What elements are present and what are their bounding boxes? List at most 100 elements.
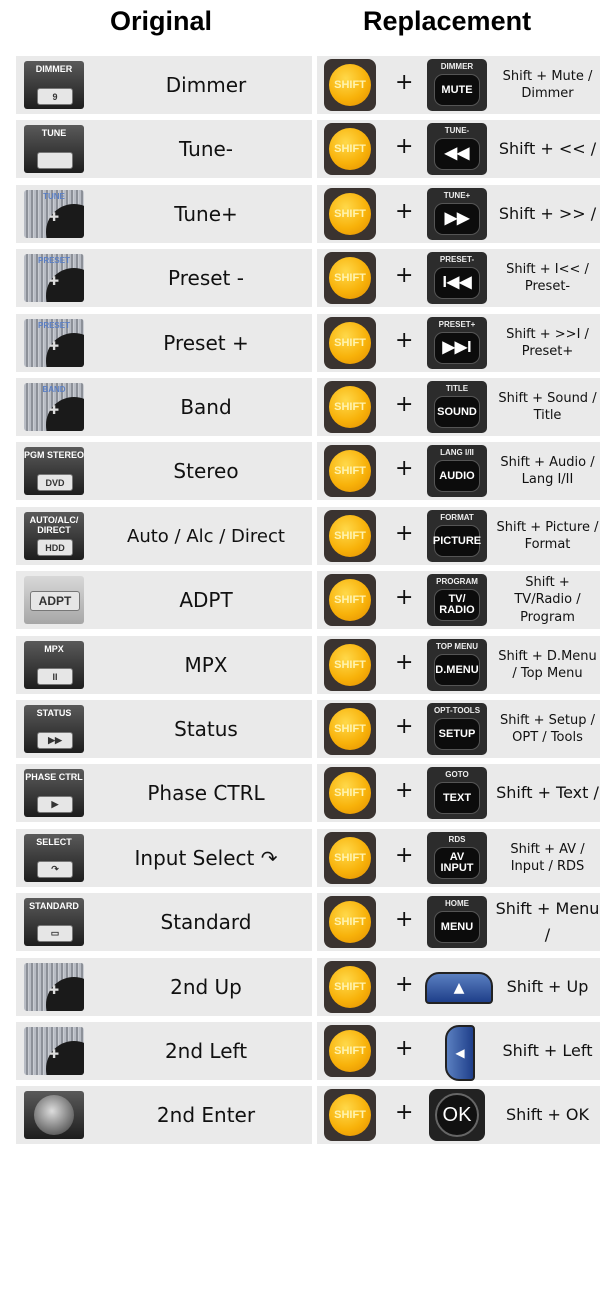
- original-remote-icon: STATUS ▶▶: [24, 705, 84, 753]
- remote-button-key-label: ▶▶: [434, 203, 480, 235]
- replacement-label: Shift + >>I / Preset+: [506, 326, 589, 359]
- shift-label: SHIFT: [334, 465, 366, 477]
- remote-button-key-label: AV INPUT: [434, 847, 480, 879]
- replacement-cell: SHIFT + GOTO TEXT Shift + Text /: [317, 764, 600, 822]
- shift-button-icon: SHIFT: [324, 510, 376, 562]
- remote-button-top-label: TUNE+: [443, 191, 471, 200]
- remote-button-icon: TOP MENU D.MENU: [427, 639, 487, 691]
- replacement-cell: SHIFT + HOME MENU Shift + Menu /: [317, 893, 600, 951]
- shift-label: SHIFT: [334, 981, 366, 993]
- remote-button-key-label: D.MENU: [434, 654, 480, 686]
- replacement-label: Shift + OK: [505, 1104, 590, 1124]
- original-label: Input Select ↷: [134, 846, 278, 870]
- replacement-cell: SHIFT + DIMMER MUTE Shift + Mute / Dimme…: [317, 56, 600, 114]
- shift-button-icon: SHIFT: [324, 896, 376, 948]
- original-cell: STANDARD ▭ Standard: [16, 893, 312, 951]
- remote-button-icon: LANG I/II AUDIO: [427, 445, 487, 497]
- remote-button-top-label: LANG I/II: [440, 448, 474, 457]
- remote-button-icon: PRESET+ ▶▶I: [427, 317, 487, 369]
- plus-sign: +: [395, 714, 414, 739]
- up-arrow-icon: ▲: [425, 972, 493, 1004]
- original-label: 2nd Up: [170, 975, 242, 999]
- shift-button-icon: SHIFT: [324, 188, 376, 240]
- orig-icon-text: PRESET: [37, 321, 70, 330]
- orig-icon-text: AUTO/ALC/ DIRECT: [29, 515, 79, 535]
- original-label: Standard: [160, 910, 252, 934]
- original-remote-icon: ✚: [24, 963, 84, 1011]
- original-remote-icon: ✚ PRESET: [24, 319, 84, 367]
- plus-sign: +: [395, 328, 414, 353]
- remote-button-icon: GOTO TEXT: [427, 767, 487, 819]
- remote-button-icon: PROGRAM TV/ RADIO: [427, 574, 487, 626]
- orig-icon-key: HDD: [37, 539, 73, 556]
- shift-button-icon: SHIFT: [324, 961, 376, 1013]
- remote-button-icon: DIMMER MUTE: [427, 59, 487, 111]
- remote-button-key-label: SETUP: [434, 718, 480, 750]
- up-arrow-glyph: ▲: [453, 980, 465, 996]
- shift-label: SHIFT: [334, 852, 366, 864]
- left-arrow-icon: ◀: [445, 1025, 475, 1081]
- orig-icon-text: BAND: [42, 385, 66, 394]
- replacement-cell: SHIFT + FORMAT PICTURE Shift + Picture /…: [317, 507, 600, 565]
- table-row: 2nd Enter SHIFT + OK Shift + OK: [16, 1086, 600, 1144]
- plus-sign: +: [395, 778, 414, 803]
- original-cell: ✚ 2nd Left: [16, 1022, 312, 1080]
- remote-button-icon: FORMAT PICTURE: [427, 510, 487, 562]
- table-row: MPX II MPX SHIFT + TOP MENU D.MENU Shift…: [16, 636, 600, 694]
- header-original: Original: [110, 6, 213, 36]
- replacement-cell: SHIFT + TOP MENU D.MENU Shift + D.Menu /…: [317, 636, 600, 694]
- remote-button-icon: HOME MENU: [427, 896, 487, 948]
- orig-icon-text: PGM STEREO: [24, 450, 84, 460]
- shift-button-icon: SHIFT: [324, 59, 376, 111]
- remote-button-icon: RDS AV INPUT: [427, 832, 487, 884]
- remote-button-icon: TITLE SOUND: [427, 381, 487, 433]
- table-row: ✚ PRESET Preset - SHIFT + PRESET- I◀◀ Sh…: [16, 249, 600, 307]
- plus-sign: +: [395, 70, 414, 95]
- table-row: STANDARD ▭ Standard SHIFT + HOME MENU Sh…: [16, 893, 600, 951]
- orig-icon-text: PHASE CTRL: [25, 772, 83, 782]
- shift-button-icon: SHIFT: [324, 381, 376, 433]
- remote-button-top-label: FORMAT: [440, 513, 474, 522]
- plus-sign: +: [395, 843, 414, 868]
- orig-icon-key: II: [37, 668, 73, 685]
- orig-icon-text: STATUS: [36, 708, 72, 718]
- shift-label: SHIFT: [334, 916, 366, 928]
- shift-label: SHIFT: [334, 208, 366, 220]
- original-cell: STATUS ▶▶ Status: [16, 700, 312, 758]
- shift-button-icon: SHIFT: [324, 252, 376, 304]
- remote-button-top-label: TOP MENU: [436, 642, 478, 651]
- table-row: SELECT ↷ Input Select ↷ SHIFT + RDS AV I…: [16, 829, 600, 887]
- shift-label: SHIFT: [334, 787, 366, 799]
- replacement-cell: SHIFT + TUNE+ ▶▶ Shift + >> /: [317, 185, 600, 243]
- shift-label: SHIFT: [334, 594, 366, 606]
- replacement-cell: SHIFT + OK Shift + OK: [317, 1086, 600, 1144]
- replacement-label: Shift + D.Menu / Top Menu: [498, 648, 597, 681]
- remote-button-top-label: GOTO: [445, 770, 469, 779]
- plus-sign: +: [395, 650, 414, 675]
- plus-sign: +: [395, 392, 414, 417]
- replacement-label: Shift + Picture / Format: [496, 519, 599, 552]
- orig-icon-text: PRESET: [37, 256, 70, 265]
- original-remote-icon: MPX II: [24, 641, 84, 689]
- orig-icon-key: ADPT: [30, 591, 80, 611]
- remote-button-key-label: TV/ RADIO: [434, 589, 480, 621]
- orig-icon-text: SELECT: [36, 837, 72, 847]
- original-remote-icon: ✚: [24, 1027, 84, 1075]
- remote-button-top-label: DIMMER: [440, 62, 474, 71]
- remote-button-icon: TUNE+ ▶▶: [427, 188, 487, 240]
- shift-label: SHIFT: [334, 1109, 366, 1121]
- shift-button-icon: SHIFT: [324, 123, 376, 175]
- replacement-cell: SHIFT + PRESET+ ▶▶I Shift + >>I / Preset…: [317, 314, 600, 372]
- original-label: Preset -: [168, 266, 244, 290]
- shift-button-icon: SHIFT: [324, 317, 376, 369]
- original-label: 2nd Left: [164, 1039, 248, 1063]
- original-cell: MPX II MPX: [16, 636, 312, 694]
- remote-button-key-label: MENU: [434, 911, 480, 943]
- replacement-label: Shift + I<< / Preset-: [506, 261, 589, 294]
- orig-icon-key: ▶: [37, 796, 73, 813]
- table-row: PHASE CTRL ▶ Phase CTRL SHIFT + GOTO TEX…: [16, 764, 600, 822]
- original-label: Band: [180, 395, 232, 419]
- remote-button-key-label: ◀◀: [434, 138, 480, 170]
- original-remote-icon: PHASE CTRL ▶: [24, 769, 84, 817]
- original-remote-icon: ✚ TUNE: [24, 190, 84, 238]
